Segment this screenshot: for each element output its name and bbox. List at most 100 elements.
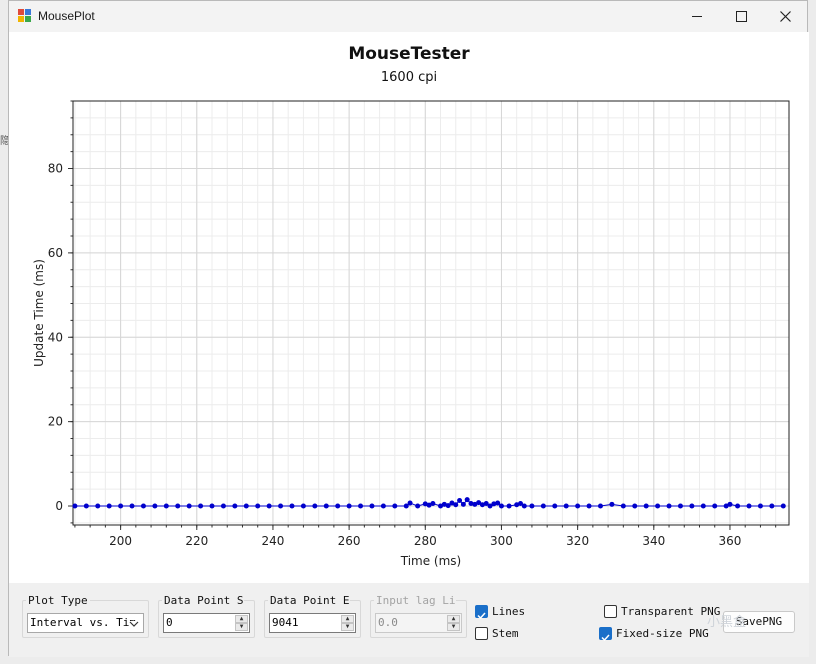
data-point [464, 497, 470, 503]
spin-up-icon: ▲ [447, 615, 460, 623]
spin-up-icon[interactable]: ▲ [235, 615, 248, 623]
data-point-start-input[interactable]: 0 ▲ ▼ [163, 613, 250, 633]
spin-up-icon[interactable]: ▲ [341, 615, 354, 623]
fixed-size-png-checkbox[interactable] [599, 627, 612, 642]
data-point [106, 503, 112, 509]
data-point [430, 500, 436, 506]
lines-checkbox[interactable] [475, 605, 488, 620]
data-point [498, 503, 504, 509]
data-point [575, 503, 581, 509]
chart-canvas[interactable]: 200 220 240 260 280 300 320 340 360 0 20 40 60 80 Time… [9, 32, 809, 583]
data-point [323, 503, 329, 509]
data-point [358, 503, 364, 509]
data-point [620, 503, 626, 509]
x-tick-label: 320 [566, 534, 589, 548]
data-point [780, 503, 786, 509]
mouseplot-window: MousePlot MouseTester 1600 cpi 200 220 240… [8, 0, 809, 657]
y-axis-label: Update Time (ms) [32, 259, 46, 367]
data-point-end-value: 9041 [272, 616, 299, 629]
fixed-size-png-label[interactable]: Fixed-size PNG [616, 627, 709, 640]
data-point [415, 503, 421, 509]
y-tick-label: 40 [48, 330, 63, 344]
data-point [152, 503, 158, 509]
data-point-start-label: Data Point Start [162, 595, 244, 607]
data-point [597, 503, 603, 509]
data-point [186, 503, 192, 509]
input-lag-label: Input lag Line [374, 595, 456, 607]
data-point [312, 503, 318, 509]
data-point [118, 503, 124, 509]
plot-type-select[interactable]: Interval vs. Tim [27, 613, 144, 633]
data-point [289, 503, 295, 509]
data-point [278, 503, 284, 509]
stem-label[interactable]: Stem [492, 627, 519, 640]
data-point [255, 503, 261, 509]
data-point [346, 503, 352, 509]
data-point [407, 500, 413, 506]
data-point [521, 503, 527, 509]
data-point [243, 503, 249, 509]
maximize-icon [735, 11, 747, 22]
data-point-end-input[interactable]: 9041 ▲ ▼ [269, 613, 356, 633]
plot-type-value: Interval vs. Tim [30, 616, 136, 629]
x-tick-label: 260 [338, 534, 361, 548]
data-point [757, 503, 763, 509]
x-axis-label: Time (ms) [400, 554, 462, 568]
x-tick-label: 360 [719, 534, 742, 548]
data-point [586, 503, 592, 509]
data-point [643, 503, 649, 509]
y-tick-label: 20 [48, 415, 63, 429]
x-tick-label: 220 [185, 534, 208, 548]
data-point [266, 503, 272, 509]
spin-down-icon: ▼ [447, 623, 460, 631]
x-tick-label: 340 [642, 534, 665, 548]
maximize-button[interactable] [719, 1, 763, 32]
data-point-start-value: 0 [166, 616, 173, 629]
data-point [563, 503, 569, 509]
stem-checkbox[interactable] [475, 627, 488, 640]
close-icon [779, 11, 791, 22]
app-icon [18, 9, 32, 23]
x-tick-label: 200 [109, 534, 132, 548]
data-point [198, 503, 204, 509]
data-point [95, 503, 101, 509]
data-point [457, 498, 463, 504]
data-point [540, 503, 546, 509]
data-point [666, 503, 672, 509]
data-point [689, 503, 695, 509]
transparent-png-label[interactable]: Transparent PNG [621, 605, 720, 618]
plot-frame [72, 100, 790, 526]
data-point [655, 503, 661, 509]
data-point [700, 503, 706, 509]
y-tick-label: 60 [48, 246, 63, 260]
data-point [232, 503, 238, 509]
x-tick-label: 300 [490, 534, 513, 548]
watermark-logo: 小黑盒 [707, 615, 747, 630]
data-point [712, 503, 718, 509]
y-tick-label: 80 [48, 162, 63, 176]
data-point [209, 503, 215, 509]
chevron-down-icon [129, 621, 139, 627]
checkmark-icon [477, 612, 486, 620]
title-bar[interactable]: MousePlot [9, 1, 807, 32]
y-tick-label: 0 [55, 499, 63, 513]
data-point [746, 503, 752, 509]
transparent-png-checkbox[interactable] [604, 605, 617, 618]
spin-down-icon[interactable]: ▼ [341, 623, 354, 631]
close-button[interactable] [763, 1, 807, 32]
data-point [335, 503, 341, 509]
data-point [677, 503, 683, 509]
data-point [140, 503, 146, 509]
data-point [300, 503, 306, 509]
spin-down-icon[interactable]: ▼ [235, 623, 248, 631]
data-point [83, 503, 89, 509]
lines-label[interactable]: Lines [492, 605, 525, 618]
plot-area[interactable]: MouseTester 1600 cpi 200 220 240 260 280 300 3… [9, 32, 809, 583]
data-point [735, 503, 741, 509]
data-point [163, 503, 169, 509]
window-title: MousePlot [38, 9, 95, 23]
data-point [632, 503, 638, 509]
data-point [453, 502, 459, 508]
minimize-button[interactable] [675, 1, 719, 32]
input-lag-input: 0.0 ▲ ▼ [375, 613, 462, 633]
